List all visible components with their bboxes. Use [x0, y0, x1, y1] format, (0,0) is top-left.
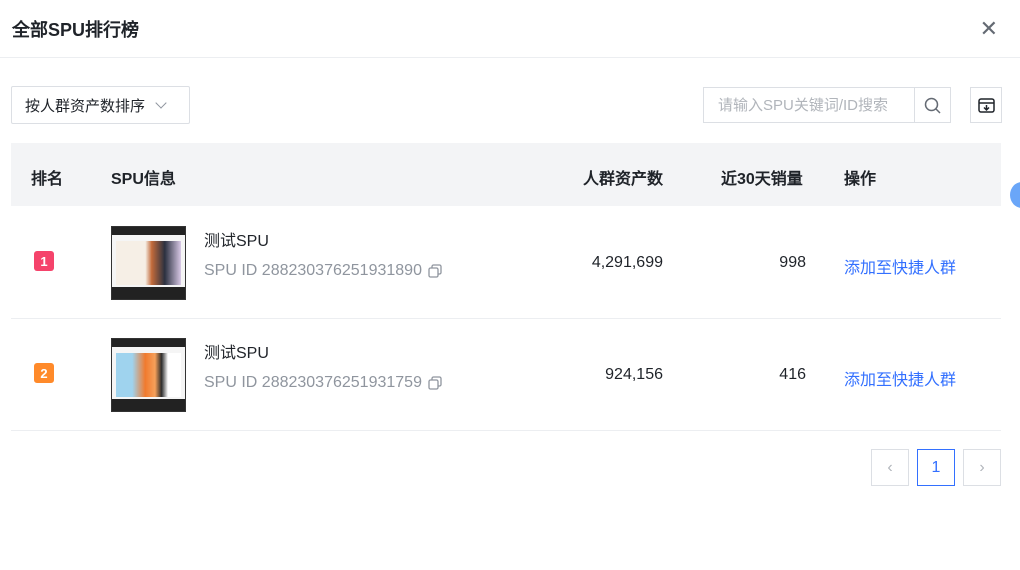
- table-header: 排名 SPU信息 人群资产数 近30天销量 操作: [11, 143, 1001, 206]
- search-box: [703, 87, 951, 123]
- product-image: [111, 338, 186, 412]
- sales-value: 998: [779, 254, 806, 271]
- dialog-title: 全部SPU排行榜: [12, 19, 140, 40]
- next-page-button[interactable]: ›: [963, 449, 1001, 486]
- dialog-header: 全部SPU排行榜 ✕: [0, 0, 1020, 58]
- spu-name: 测试SPU: [204, 233, 269, 250]
- table-row: 1 测试SPU SPU ID 288230376251931890 4,291,…: [11, 207, 1001, 319]
- assets-value: 4,291,699: [591, 254, 663, 271]
- pagination: ‹ 1 ›: [871, 449, 1001, 486]
- spu-id: SPU ID 288230376251931890: [204, 262, 422, 279]
- prev-page-button[interactable]: ‹: [871, 449, 909, 486]
- add-to-quick-audience-link[interactable]: 添加至快捷人群: [844, 366, 956, 390]
- chevron-down-icon: [155, 97, 167, 109]
- toolbar: 按人群资产数排序: [11, 86, 1002, 124]
- header-assets: 人群资产数: [583, 171, 664, 188]
- add-to-quick-audience-link[interactable]: 添加至快捷人群: [844, 254, 956, 278]
- spu-id: SPU ID 288230376251931759: [204, 374, 422, 391]
- page-button[interactable]: 1: [917, 449, 955, 486]
- sort-select[interactable]: 按人群资产数排序: [11, 86, 190, 124]
- header-sales: 近30天销量: [721, 171, 803, 188]
- assistant-float-icon[interactable]: [1010, 182, 1020, 208]
- rank-badge: 2: [34, 363, 54, 383]
- search-icon: [924, 97, 941, 114]
- header-rank: 排名: [31, 171, 64, 188]
- spu-name: 测试SPU: [204, 345, 269, 362]
- assets-value: 924,156: [605, 366, 663, 383]
- table-row: 2 测试SPU SPU ID 288230376251931759 924,15…: [11, 319, 1001, 431]
- download-icon: [977, 97, 995, 113]
- sales-value: 416: [779, 366, 806, 383]
- rank-badge: 1: [34, 251, 54, 271]
- header-spu: SPU信息: [111, 171, 176, 188]
- chevron-right-icon: ›: [979, 458, 985, 476]
- close-icon[interactable]: ✕: [980, 16, 998, 42]
- sort-label: 按人群资产数排序: [25, 97, 146, 115]
- copy-icon[interactable]: [428, 376, 442, 390]
- header-action: 操作: [844, 171, 877, 188]
- chevron-left-icon: ‹: [887, 458, 893, 476]
- product-image: [111, 226, 186, 300]
- download-button[interactable]: [970, 87, 1002, 123]
- search-button[interactable]: [914, 87, 951, 123]
- copy-icon[interactable]: [428, 264, 442, 278]
- search-input[interactable]: [703, 87, 914, 123]
